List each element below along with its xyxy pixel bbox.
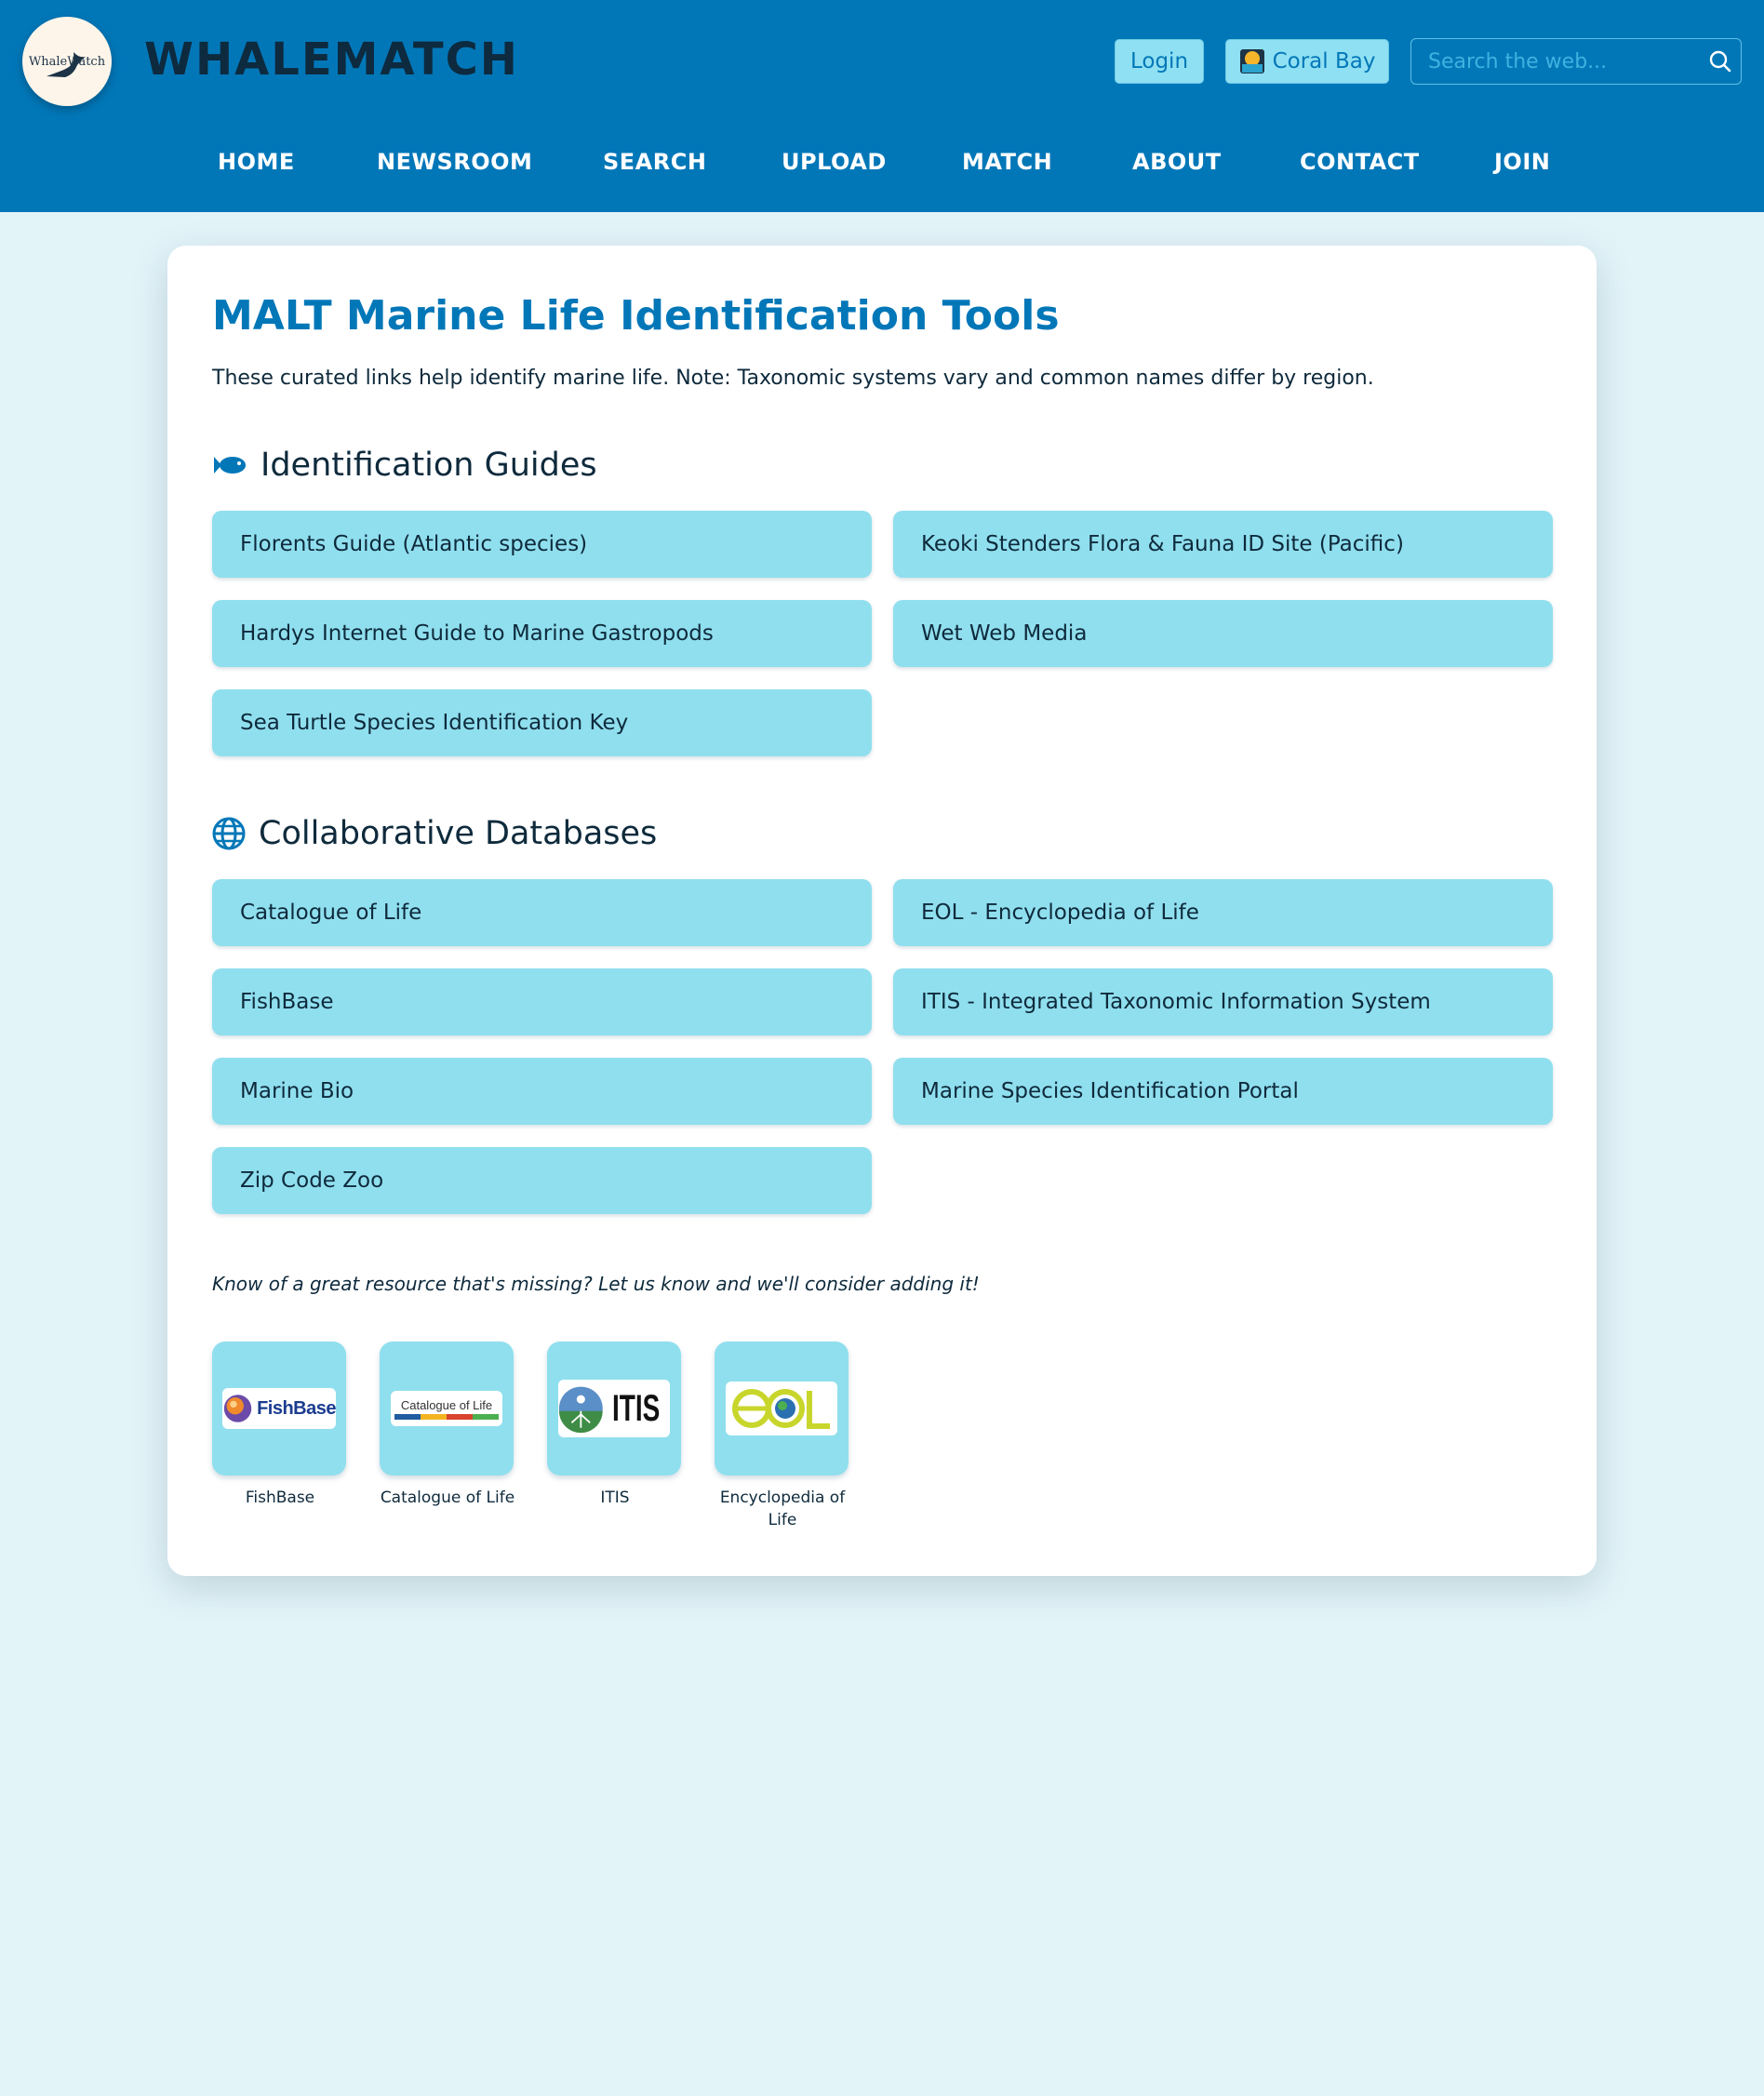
eol-logo — [726, 1382, 837, 1435]
nav-newsroom[interactable]: NEWSROOM — [377, 149, 532, 175]
brand-name[interactable]: WHALEMATCH — [144, 33, 519, 86]
nav-about[interactable]: ABOUT — [1132, 149, 1222, 175]
link-hardys-gastropods[interactable]: Hardys Internet Guide to Marine Gastropo… — [212, 600, 872, 667]
logo-text: WhaleWatch — [28, 54, 106, 69]
missing-resource-note: Know of a great resource that's missing?… — [212, 1273, 980, 1295]
fishbase-logo: FishBase — [222, 1388, 336, 1429]
nav-upload[interactable]: UPLOAD — [782, 149, 887, 175]
tile-fishbase[interactable]: FishBase FishBase — [212, 1342, 348, 1509]
tile-caption: FishBase — [245, 1489, 315, 1507]
whalewatch-logo[interactable]: WhaleWatch — [22, 17, 112, 106]
link-marine-bio[interactable]: Marine Bio — [212, 1058, 872, 1125]
color-bar-icon — [394, 1413, 499, 1420]
nav-contact[interactable]: CONTACT — [1300, 149, 1420, 175]
nav-search[interactable]: SEARCH — [603, 149, 706, 175]
link-wet-web-media[interactable]: Wet Web Media — [893, 600, 1553, 667]
main-nav: HOME NEWSROOM SEARCH UPLOAD MATCH ABOUT … — [0, 149, 1764, 188]
section-title: Collaborative Databases — [259, 815, 658, 852]
catalogue-of-life-logo: Catalogue of Life — [391, 1391, 502, 1426]
link-sea-turtle-key[interactable]: Sea Turtle Species Identification Key — [212, 689, 872, 756]
link-itis[interactable]: ITIS - Integrated Taxonomic Information … — [893, 968, 1553, 1035]
fishbase-globe-icon — [223, 1395, 252, 1422]
section-heading-collaborative-databases: Collaborative Databases — [212, 815, 657, 852]
location-button[interactable]: Coral Bay — [1225, 39, 1389, 84]
content-card: MALT Marine Life Identification Tools Th… — [167, 246, 1597, 1576]
link-keoki-stenders[interactable]: Keoki Stenders Flora & Fauna ID Site (Pa… — [893, 511, 1553, 578]
itis-emblem-icon — [558, 1386, 603, 1434]
nav-join[interactable]: JOIN — [1494, 149, 1550, 175]
tile-itis[interactable]: ITIS ITIS — [547, 1342, 683, 1509]
login-button[interactable]: Login — [1115, 39, 1204, 84]
itis-logo: ITIS — [558, 1380, 670, 1437]
tile-caption: Encyclopedia of Life — [719, 1489, 846, 1529]
user-location-icon — [1239, 49, 1264, 73]
search-icon[interactable] — [1700, 49, 1741, 73]
site-header: WhaleWatch WHALEMATCH Login Coral Bay HO… — [0, 0, 1764, 212]
search-input[interactable] — [1411, 49, 1700, 73]
link-catalogue-of-life[interactable]: Catalogue of Life — [212, 879, 872, 946]
tile-box[interactable]: ITIS — [547, 1342, 681, 1475]
section-heading-identification-guides: Identification Guides — [212, 447, 597, 484]
link-zip-code-zoo[interactable]: Zip Code Zoo — [212, 1147, 872, 1214]
eol-wordmark-icon — [732, 1389, 830, 1429]
tile-caption: Catalogue of Life — [380, 1489, 515, 1507]
section-title: Identification Guides — [261, 447, 597, 484]
tile-box[interactable]: FishBase — [212, 1342, 346, 1475]
fish-icon — [214, 457, 246, 474]
intro-text: These curated links help identify marine… — [212, 367, 1374, 390]
tile-box[interactable]: Catalogue of Life — [380, 1342, 514, 1475]
tile-box[interactable] — [715, 1342, 849, 1475]
globe-icon — [212, 817, 246, 850]
page-title: MALT Marine Life Identification Tools — [212, 292, 1060, 340]
tile-caption: ITIS — [600, 1489, 630, 1507]
tile-catalogue-of-life[interactable]: Catalogue of Life Catalogue of Life — [380, 1342, 515, 1509]
link-eol[interactable]: EOL - Encyclopedia of Life — [893, 879, 1553, 946]
search-box — [1410, 38, 1742, 85]
nav-match[interactable]: MATCH — [962, 149, 1052, 175]
link-florents-guide[interactable]: Florents Guide (Atlantic species) — [212, 511, 872, 578]
nav-home[interactable]: HOME — [218, 149, 295, 175]
tile-encyclopedia-of-life[interactable]: Encyclopedia of Life — [715, 1342, 850, 1531]
link-fishbase[interactable]: FishBase — [212, 968, 872, 1035]
link-marine-species-portal[interactable]: Marine Species Identification Portal — [893, 1058, 1553, 1125]
location-label: Coral Bay — [1272, 49, 1376, 73]
